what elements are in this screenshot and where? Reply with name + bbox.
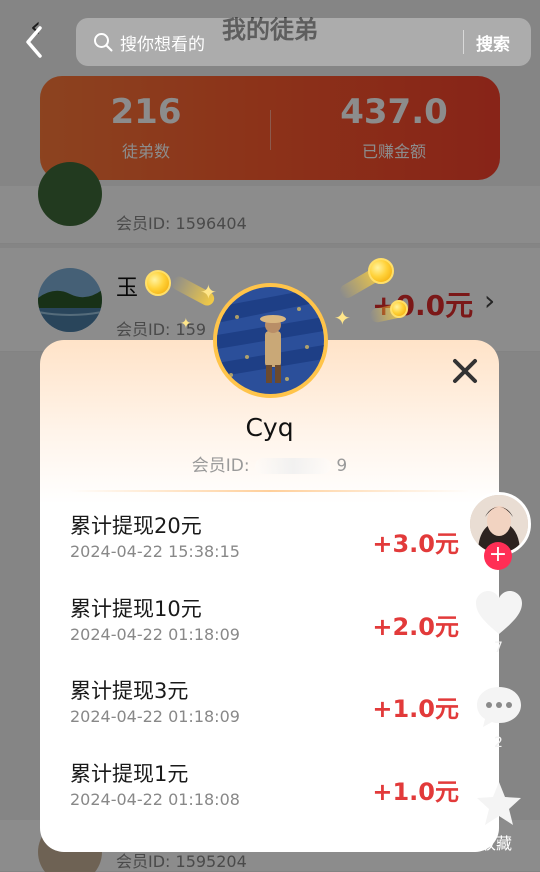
sparkle-icon: ✦ [334,306,351,330]
record-title: 累计提现20元 [70,514,202,538]
comment-count: 2 [494,735,503,751]
search-button[interactable]: 搜索 [476,30,510,55]
apprentice-name: Cyq [245,413,294,442]
record-title: 累计提现1元 [70,762,189,786]
apprentice-avatar [213,283,328,398]
back-icon[interactable] [20,24,50,60]
like-heart-icon[interactable] [474,590,524,636]
withdrawal-record: 累计提现10元 2024-04-22 01:18:09 +2.0元 [40,593,499,675]
like-count: 7 [494,640,503,656]
withdrawal-record: 累计提现3元 2024-04-22 01:18:09 +1.0元 [40,675,499,757]
record-title: 累计提现3元 [70,679,189,703]
member-id-tail: 9 [336,456,348,476]
search-bar[interactable]: 搜你想看的 搜索 [76,18,531,66]
withdrawal-record: 累计提现1元 2024-04-22 01:18:08 +1.0元 [40,758,499,840]
close-icon[interactable] [448,354,482,388]
record-time: 2024-04-22 15:38:15 [70,542,240,561]
record-amount: +2.0元 [372,613,459,641]
search-divider [463,30,464,54]
record-amount: +1.0元 [372,695,459,723]
coin-icon [145,270,171,296]
coin-icon [368,258,394,284]
favorite-label: 收藏 [480,834,513,853]
member-id: 会员ID: 9 [40,451,499,476]
follow-plus-icon[interactable]: + [484,542,512,570]
sparkle-icon: ✦ [200,280,217,304]
favorite-star-icon[interactable] [474,780,524,828]
coin-icon [390,300,408,318]
divider [70,490,470,492]
record-time: 2024-04-22 01:18:08 [70,790,240,809]
record-amount: +3.0元 [372,530,459,558]
record-time: 2024-04-22 01:18:09 [70,625,240,644]
record-time: 2024-04-22 01:18:09 [70,707,240,726]
record-title: 累计提现10元 [70,597,202,621]
search-placeholder[interactable]: 搜你想看的 [120,30,205,55]
comment-icon[interactable] [474,684,524,730]
withdrawal-record: 累计提现20元 2024-04-22 15:38:15 +3.0元 [40,510,499,592]
sparkle-icon: ✦ [180,316,192,332]
apprentice-detail-modal: Cyq 会员ID: 9 累计提现20元 2024-04-22 15:38:15 … [40,340,499,852]
search-icon [94,33,113,52]
member-id-label: 会员ID: [191,456,250,476]
member-id-mask [255,458,331,474]
record-amount: +1.0元 [372,778,459,806]
